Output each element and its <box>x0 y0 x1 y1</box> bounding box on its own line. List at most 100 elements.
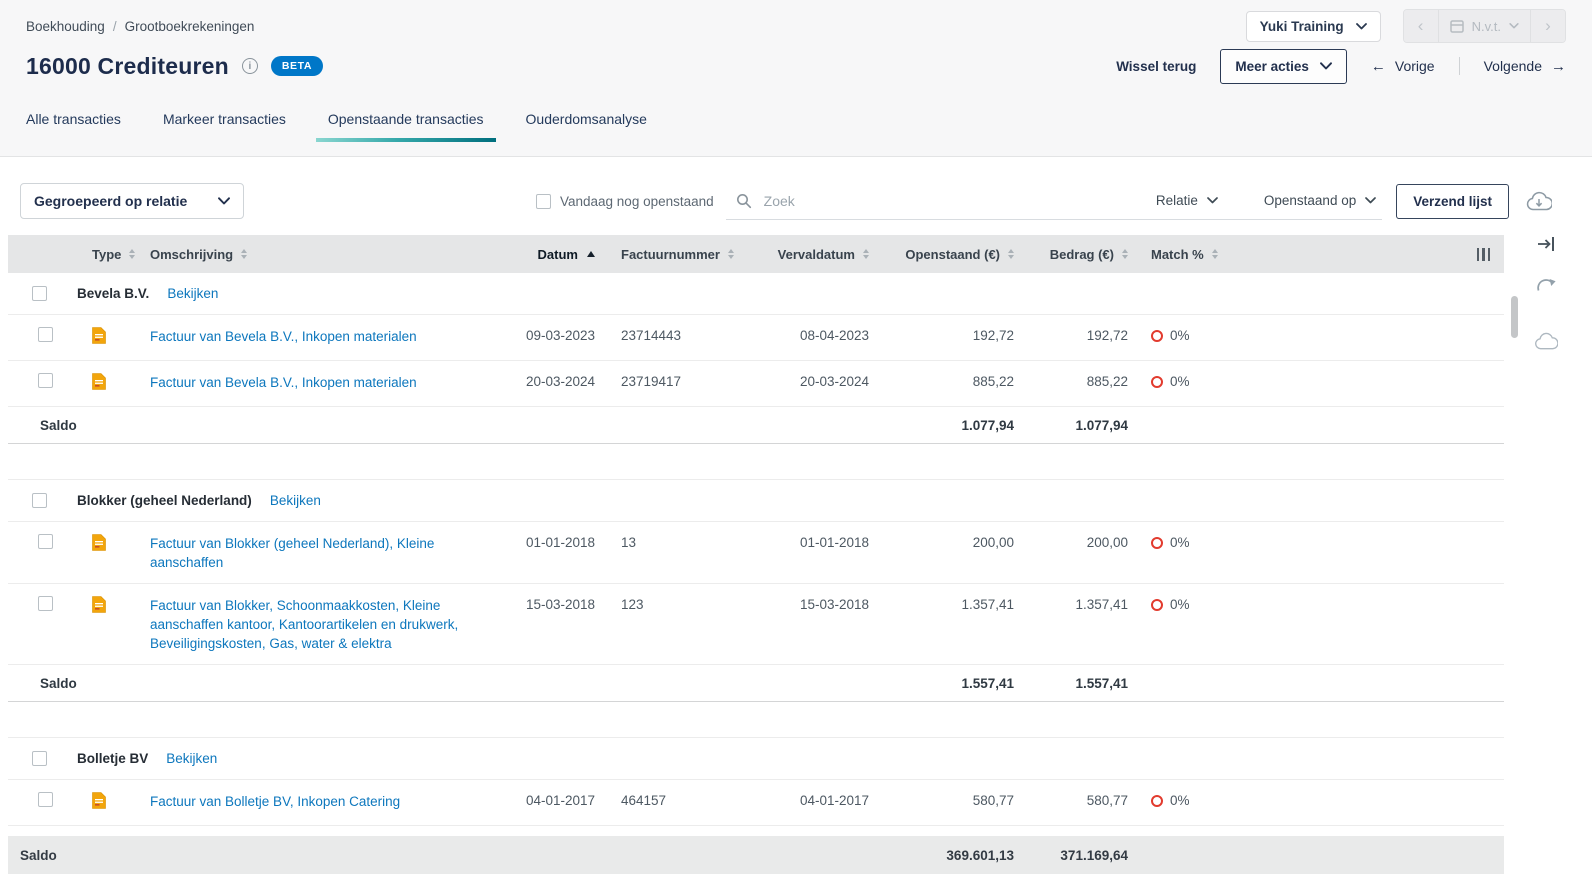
group-checkbox[interactable] <box>32 286 47 301</box>
cell-bedrag: 580,77 <box>1014 780 1128 821</box>
cell-datum: 01-01-2018 <box>485 522 595 563</box>
transactions-table: Type Omschrijving Datum Factuurnummer Ve… <box>8 235 1504 874</box>
group-checkbox[interactable] <box>32 493 47 508</box>
vorige-link[interactable]: ← Vorige <box>1371 58 1435 75</box>
saldo-bedrag: 1.557,41 <box>1014 676 1128 691</box>
chevron-down-icon <box>1207 197 1218 204</box>
column-header-factuurnummer[interactable]: Factuurnummer <box>595 247 745 262</box>
tab-markeer-transacties[interactable]: Markeer transacties <box>163 111 286 141</box>
breadcrumb-item-boekhouding[interactable]: Boekhouding <box>26 19 105 34</box>
transaction-link[interactable]: Factuur van Blokker, Schoonmaakkosten, K… <box>150 596 459 653</box>
group-bekijken-link[interactable]: Bekijken <box>166 751 217 766</box>
cell-factuurnummer: 123 <box>595 584 745 625</box>
sort-ascending-icon <box>587 251 595 257</box>
record-next-button[interactable]: › <box>1531 10 1565 42</box>
download-cloud-icon[interactable] <box>1526 191 1552 211</box>
row-checkbox[interactable] <box>38 327 53 342</box>
cell-datum: 15-03-2018 <box>485 584 595 625</box>
invoice-icon <box>92 539 106 554</box>
cell-match: 0% <box>1128 780 1238 821</box>
column-settings-icon[interactable] <box>1477 248 1491 261</box>
administration-dropdown[interactable]: Yuki Training <box>1246 11 1381 42</box>
today-open-filter[interactable]: Vandaag nog openstaand <box>536 194 714 209</box>
header-end-cell <box>1238 248 1504 261</box>
cell-openstaand: 200,00 <box>869 522 1014 563</box>
saldo-label: Saldo <box>8 676 869 691</box>
match-value: 0% <box>1170 534 1190 552</box>
relatie-filter-dropdown[interactable]: Relatie <box>1154 189 1220 212</box>
column-label: Match % <box>1151 247 1204 262</box>
search-input[interactable] <box>762 192 1112 210</box>
cell-openstaand: 192,72 <box>869 315 1014 356</box>
verzend-lijst-button[interactable]: Verzend lijst <box>1396 184 1509 219</box>
row-checkbox[interactable] <box>38 373 53 388</box>
column-label: Datum <box>538 247 578 262</box>
invoice-icon <box>92 332 106 347</box>
cell-factuurnummer: 23714443 <box>595 315 745 356</box>
match-zero-ring-icon <box>1151 376 1163 388</box>
group-bekijken-link[interactable]: Bekijken <box>270 493 321 508</box>
group-header-blokker: Blokker (geheel Nederland) Bekijken <box>8 480 1504 522</box>
transaction-link[interactable]: Factuur van Bevela B.V., Inkopen materia… <box>150 373 417 392</box>
chevron-down-icon <box>1320 62 1332 70</box>
cell-bedrag: 192,72 <box>1014 315 1128 356</box>
cell-bedrag: 885,22 <box>1014 361 1128 402</box>
search-bar: Relatie Openstaand op <box>726 183 1383 220</box>
group-checkbox[interactable] <box>32 751 47 766</box>
tab-alle-transacties[interactable]: Alle transacties <box>26 111 121 141</box>
column-label: Bedrag (€) <box>1050 247 1114 262</box>
saldo-openstaand: 1.077,94 <box>869 418 1014 433</box>
transaction-link[interactable]: Factuur van Bevela B.V., Inkopen materia… <box>150 327 417 346</box>
footer-gap <box>8 826 1504 836</box>
cell-datum: 20-03-2024 <box>485 361 595 402</box>
tab-ouderdomsanalyse[interactable]: Ouderdomsanalyse <box>526 111 647 141</box>
transaction-link[interactable]: Factuur van Blokker (geheel Nederland), … <box>150 534 459 572</box>
column-header-bedrag[interactable]: Bedrag (€) <box>1014 247 1128 262</box>
record-select-dropdown[interactable]: N.v.t. <box>1438 10 1531 42</box>
relatie-filter-label: Relatie <box>1156 193 1198 208</box>
column-header-omschrijving[interactable]: Omschrijving <box>128 247 485 262</box>
cell-openstaand: 580,77 <box>869 780 1014 821</box>
grand-total-bedrag: 371.169,64 <box>1014 848 1128 863</box>
page-title: 16000 Crediteuren <box>26 53 229 80</box>
breadcrumb-item-grootboekrekeningen[interactable]: Grootboekrekeningen <box>125 19 255 34</box>
wissel-terug-link[interactable]: Wissel terug <box>1116 59 1196 74</box>
column-header-type[interactable]: Type <box>84 247 128 262</box>
row-checkbox[interactable] <box>38 792 53 807</box>
group-by-label: Gegroepeerd op relatie <box>34 193 187 209</box>
row-checkbox[interactable] <box>38 596 53 611</box>
grand-total-openstaand: 369.601,13 <box>869 848 1014 863</box>
column-header-vervaldatum[interactable]: Vervaldatum <box>745 247 869 262</box>
group-name: Bolletje BV <box>77 751 148 766</box>
cell-bedrag: 200,00 <box>1014 522 1128 563</box>
info-icon[interactable]: i <box>242 58 258 74</box>
redo-icon[interactable] <box>1536 277 1556 293</box>
invoice-icon <box>92 797 106 812</box>
volgende-link[interactable]: Volgende → <box>1484 58 1566 75</box>
column-label: Vervaldatum <box>778 247 855 262</box>
column-header-datum[interactable]: Datum <box>485 247 595 262</box>
transaction-link[interactable]: Factuur van Bolletje BV, Inkopen Caterin… <box>150 792 400 811</box>
cell-vervaldatum: 08-04-2023 <box>745 315 869 356</box>
column-label: Omschrijving <box>150 247 233 262</box>
row-checkbox[interactable] <box>38 534 53 549</box>
transaction-row: Factuur van Bolletje BV, Inkopen Caterin… <box>8 780 1504 826</box>
collapse-panel-icon[interactable] <box>1537 236 1555 252</box>
group-bekijken-link[interactable]: Bekijken <box>167 286 218 301</box>
breadcrumb-row: Boekhouding / Grootboekrekeningen Yuki T… <box>26 0 1566 42</box>
openstaand-op-filter-dropdown[interactable]: Openstaand op <box>1262 189 1378 212</box>
side-toolbar <box>1524 236 1568 350</box>
column-header-openstaand[interactable]: Openstaand (€) <box>869 247 1014 262</box>
meer-acties-button[interactable]: Meer acties <box>1220 49 1347 84</box>
search-icon <box>736 193 752 209</box>
today-open-checkbox[interactable] <box>536 194 551 209</box>
group-by-dropdown[interactable]: Gegroepeerd op relatie <box>20 183 244 219</box>
vertical-scrollbar-thumb[interactable] <box>1511 296 1518 338</box>
chevron-down-icon <box>1356 23 1367 30</box>
cloud-icon[interactable] <box>1534 332 1558 350</box>
saldo-bedrag: 1.077,94 <box>1014 418 1128 433</box>
tab-openstaande-transacties[interactable]: Openstaande transacties <box>328 111 484 141</box>
column-header-match[interactable]: Match % <box>1128 247 1238 262</box>
record-prev-button[interactable]: ‹ <box>1404 10 1438 42</box>
volgende-label: Volgende <box>1484 58 1542 74</box>
